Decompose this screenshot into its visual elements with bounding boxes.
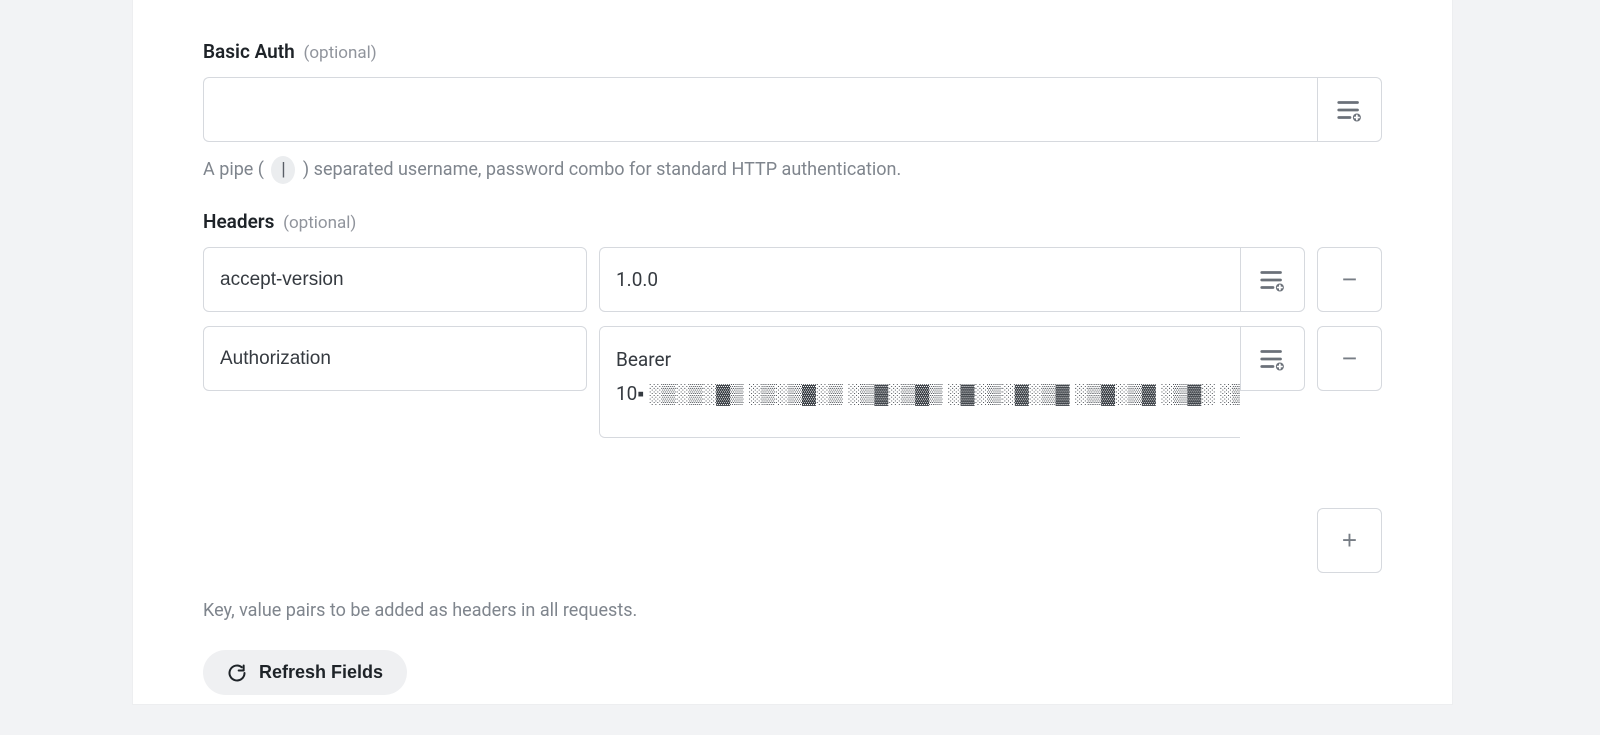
plus-icon: + — [1342, 525, 1357, 556]
basic-auth-input[interactable] — [203, 77, 1317, 142]
add-row-button[interactable]: + — [1317, 508, 1382, 573]
insert-data-icon — [1258, 265, 1288, 295]
header-value-insert-button[interactable] — [1240, 247, 1305, 312]
insert-data-icon — [1335, 95, 1365, 125]
minus-icon: − — [1342, 264, 1357, 295]
headers-label: Headers (optional) — [203, 210, 1382, 233]
insert-data-icon — [1258, 344, 1288, 374]
basic-auth-label-text: Basic Auth — [203, 40, 295, 63]
refresh-fields-label: Refresh Fields — [259, 662, 383, 683]
basic-auth-insert-button[interactable] — [1317, 77, 1382, 142]
basic-auth-helper-prefix: A pipe ( — [203, 159, 264, 180]
header-value-insert-button[interactable] — [1240, 326, 1305, 391]
basic-auth-label: Basic Auth (optional) — [203, 40, 1382, 63]
remove-row-button[interactable]: − — [1317, 247, 1382, 312]
header-key-input[interactable] — [203, 326, 587, 391]
basic-auth-helper: A pipe ( | ) separated username, passwor… — [203, 156, 1382, 184]
refresh-fields-button[interactable]: Refresh Fields — [203, 650, 407, 695]
remove-row-button[interactable]: − — [1317, 326, 1382, 391]
basic-auth-optional: (optional) — [304, 43, 377, 63]
header-key-input[interactable] — [203, 247, 587, 312]
headers-label-text: Headers — [203, 210, 274, 233]
header-row: − — [203, 326, 1382, 438]
headers-helper: Key, value pairs to be added as headers … — [203, 597, 1382, 624]
minus-icon: − — [1342, 343, 1357, 374]
pipe-char: | — [271, 156, 295, 184]
refresh-icon — [227, 663, 247, 683]
form-panel: Basic Auth (optional) — [133, 0, 1452, 704]
header-value-input[interactable] — [599, 247, 1240, 312]
basic-auth-helper-suffix: ) separated username, password combo for… — [303, 159, 901, 180]
headers-optional: (optional) — [283, 213, 356, 233]
header-row: − — [203, 247, 1382, 312]
header-value-input[interactable] — [599, 326, 1240, 438]
